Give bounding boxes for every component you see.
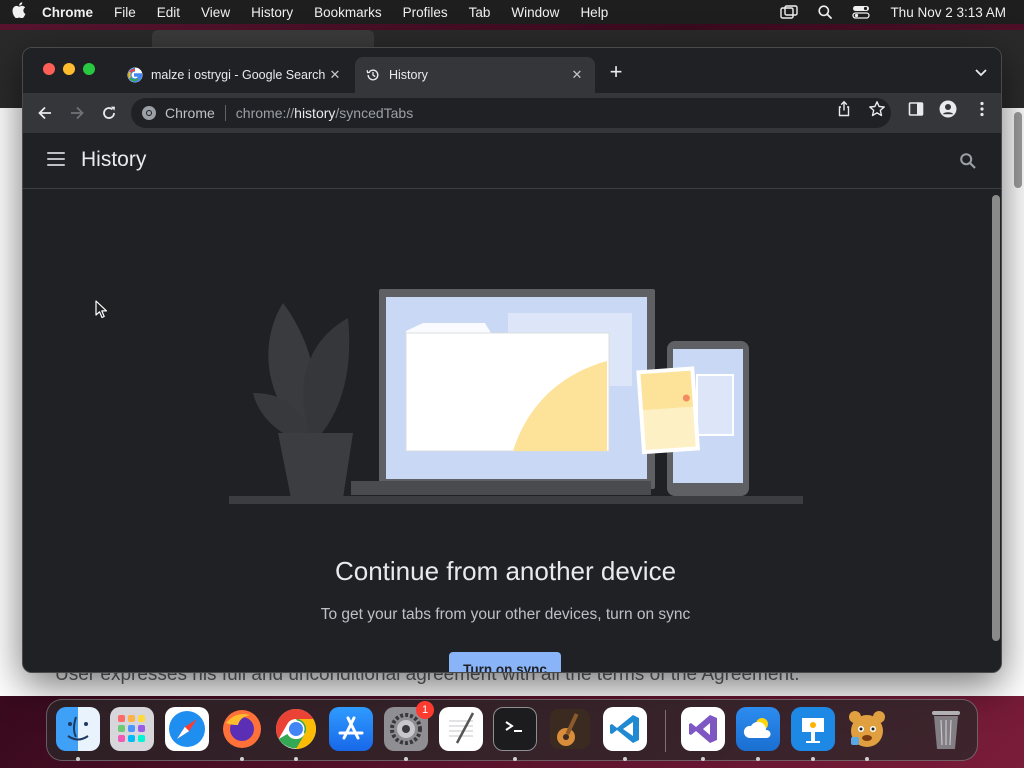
tab-search-chevron-icon[interactable]	[973, 64, 989, 80]
window-zoom-button[interactable]	[83, 63, 95, 75]
url-path: /syncedTabs	[335, 105, 414, 121]
finder-icon[interactable]	[56, 707, 100, 751]
running-indicator	[76, 757, 80, 761]
new-tab-button[interactable]: +	[605, 61, 627, 84]
running-indicator	[811, 757, 815, 761]
history-icon	[365, 67, 381, 83]
screen-mirroring-icon[interactable]	[780, 5, 799, 19]
hamburger-menu-icon[interactable]	[47, 152, 65, 166]
reload-icon	[103, 106, 115, 119]
menu-app-name[interactable]: Chrome	[42, 5, 93, 20]
menu-help[interactable]: Help	[580, 5, 608, 20]
google-icon	[127, 67, 143, 83]
spotlight-search-icon[interactable]	[818, 5, 833, 19]
turn-on-sync-button[interactable]: Turn on sync	[449, 652, 561, 672]
running-indicator	[240, 757, 244, 761]
menu-file[interactable]: File	[114, 5, 136, 20]
browser-toolbar: Chrome chrome://history/syncedTabs	[23, 93, 1001, 133]
running-indicator	[294, 757, 298, 761]
pet-app-icon[interactable]	[845, 707, 889, 751]
trash-icon[interactable]	[924, 707, 968, 751]
window-close-button[interactable]	[43, 63, 55, 75]
tab-title: malze i ostrygi - Google Search	[151, 68, 326, 82]
running-indicator	[623, 757, 627, 761]
menu-edit[interactable]: Edit	[157, 5, 180, 20]
tab-google-search[interactable]: malze i ostrygi - Google Search ✕	[117, 57, 353, 93]
visual-studio-code-icon[interactable]	[603, 707, 647, 751]
sync-devices-illustration	[229, 289, 803, 504]
notification-badge: 1	[416, 701, 434, 719]
keynote-icon[interactable]	[791, 707, 835, 751]
back-arrow-icon	[38, 106, 51, 120]
control-center-icon[interactable]	[852, 5, 871, 19]
terminal-icon[interactable]	[493, 707, 537, 751]
running-indicator	[756, 757, 760, 761]
search-icon[interactable]	[959, 152, 977, 170]
history-page: History Continue from another device To …	[23, 133, 1001, 672]
url-host: history	[294, 105, 336, 121]
app-store-icon[interactable]	[329, 707, 373, 751]
google-chrome-icon[interactable]	[274, 707, 318, 751]
page-title: History	[81, 148, 147, 171]
omnibox-divider	[224, 105, 226, 121]
omnibox-chip-label: Chrome	[165, 105, 215, 121]
menu-tab[interactable]: Tab	[469, 5, 491, 20]
textedit-icon[interactable]	[439, 707, 483, 751]
launchpad-icon[interactable]	[110, 707, 154, 751]
profile-avatar-icon[interactable]	[939, 100, 957, 118]
back-button[interactable]	[33, 101, 57, 125]
more-menu-icon[interactable]	[973, 100, 991, 118]
dock-separator	[665, 710, 666, 752]
running-indicator	[513, 757, 517, 761]
tab-history[interactable]: History ✕	[355, 57, 595, 93]
menu-clock[interactable]: Thu Nov 2 3:13 AM	[890, 5, 1006, 20]
address-bar[interactable]: Chrome chrome://history/syncedTabs	[131, 98, 891, 128]
sync-heading: Continue from another device	[334, 556, 677, 586]
apple-menu-icon[interactable]	[12, 2, 42, 22]
firefox-icon[interactable]	[220, 707, 264, 751]
running-indicator	[701, 757, 705, 761]
weather-icon[interactable]	[736, 707, 780, 751]
mouse-cursor-icon	[95, 300, 108, 319]
safari-icon[interactable]	[165, 707, 209, 751]
tab-close-icon[interactable]: ✕	[327, 67, 343, 83]
chrome-window: malze i ostrygi - Google Search ✕ Histor…	[22, 47, 1002, 673]
forward-button[interactable]	[65, 101, 89, 125]
menu-bookmarks[interactable]: Bookmarks	[314, 5, 382, 20]
tab-title: History	[389, 68, 428, 82]
menu-history[interactable]: History	[251, 5, 293, 20]
bookmark-star-icon[interactable]	[868, 100, 886, 118]
side-panel-icon[interactable]	[907, 100, 925, 118]
running-indicator	[865, 757, 869, 761]
garageband-icon[interactable]	[548, 707, 592, 751]
menu-view[interactable]: View	[201, 5, 230, 20]
dock: 1	[46, 699, 978, 761]
page-scrollbar[interactable]	[992, 195, 1000, 641]
background-scrollbar[interactable]	[1014, 112, 1022, 188]
url-scheme: chrome://	[235, 105, 295, 121]
menu-window[interactable]: Window	[511, 5, 559, 20]
window-minimize-button[interactable]	[63, 63, 75, 75]
visual-studio-icon[interactable]	[681, 707, 725, 751]
system-settings-icon[interactable]: 1	[384, 701, 434, 751]
chrome-logo-icon	[142, 106, 156, 120]
menu-profiles[interactable]: Profiles	[403, 5, 448, 20]
forward-arrow-icon	[71, 106, 84, 120]
history-header: History	[23, 133, 1001, 189]
menu-bar: Chrome File Edit View History Bookmarks …	[0, 0, 1024, 24]
tab-close-icon[interactable]: ✕	[569, 67, 585, 83]
reload-button[interactable]	[97, 101, 121, 125]
tab-strip: malze i ostrygi - Google Search ✕ Histor…	[23, 48, 1001, 93]
sync-subtext: To get your tabs from your other devices…	[320, 606, 691, 623]
share-icon[interactable]	[835, 100, 853, 118]
running-indicator	[404, 757, 408, 761]
